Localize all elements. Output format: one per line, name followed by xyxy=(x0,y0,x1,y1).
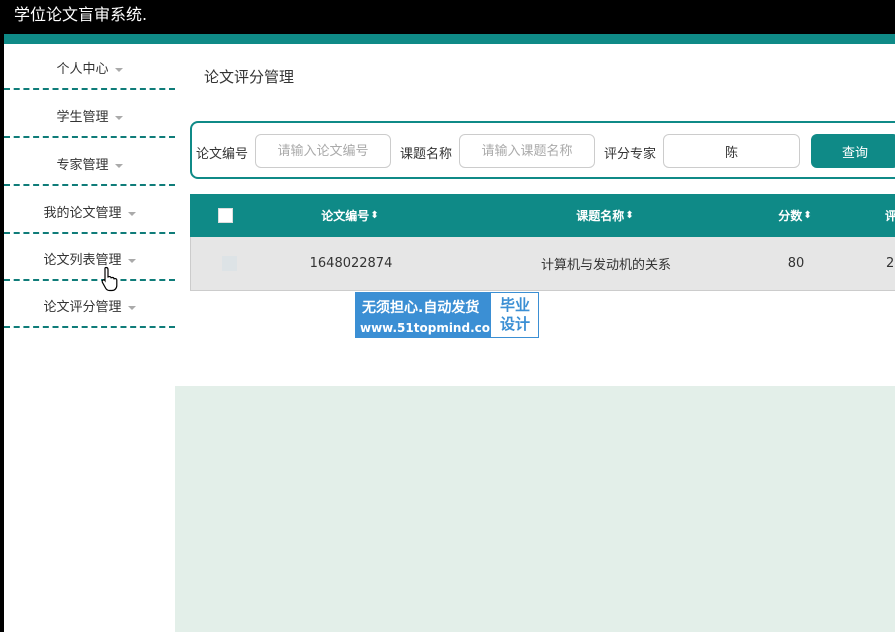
sidebar-item-label: 专家管理 xyxy=(56,158,109,173)
watermark-right2: 设计 xyxy=(499,315,530,333)
caret-down-icon xyxy=(114,67,123,72)
sidebar-item-student-management[interactable]: 学生管理 xyxy=(4,92,175,138)
cell-score: 80 xyxy=(787,256,805,271)
topic-label: 课题名称 xyxy=(400,147,453,162)
sidebar-item-label: 我的论文管理 xyxy=(43,206,122,221)
score-table: 论文编号 ⬍ 课题名称 ⬍ 分数 ⬍ 评 1648022874 计算机与发动机的关系 … xyxy=(190,194,895,291)
paper-no-input[interactable] xyxy=(255,134,391,168)
sidebar-item-paper-score-management[interactable]: 论文评分管理 xyxy=(4,282,175,328)
top-header-bar: 学位论文盲审系统. xyxy=(0,0,895,34)
cell-extra: 20 xyxy=(886,256,895,271)
hand-cursor-icon xyxy=(101,266,118,292)
sidebar: 个人中心 学生管理 专家管理 我的论文管理 论文列表管理 论文评分管理 xyxy=(4,44,175,632)
caret-down-icon xyxy=(114,115,123,120)
paper-no-label: 论文编号 xyxy=(196,147,249,162)
column-header-score[interactable]: 分数 ⬍ xyxy=(750,194,840,237)
sidebar-item-my-paper-management[interactable]: 我的论文管理 xyxy=(4,188,175,234)
sort-icon: ⬍ xyxy=(803,210,812,221)
caret-down-icon xyxy=(127,211,136,216)
watermark-line1: 无须担心.自动发货 xyxy=(362,300,480,316)
sidebar-item-label: 论文评分管理 xyxy=(43,300,122,315)
search-bar: 论文编号 课题名称 评分专家 查询 xyxy=(190,121,895,179)
sidebar-item-personal-center[interactable]: 个人中心 xyxy=(4,44,175,90)
query-button[interactable]: 查询 xyxy=(811,134,895,168)
table-row[interactable]: 1648022874 计算机与发动机的关系 80 20 xyxy=(190,237,895,291)
cell-topic: 计算机与发动机的关系 xyxy=(540,258,671,273)
watermark-right: 毕业 设计 xyxy=(491,293,539,337)
select-all-checkbox[interactable] xyxy=(218,208,233,223)
sidebar-item-label: 学生管理 xyxy=(56,110,109,125)
sort-icon: ⬍ xyxy=(625,210,634,221)
watermark-line2: www.51topmind.com xyxy=(360,321,503,335)
cell-paper-no: 1648022874 xyxy=(309,256,393,271)
page-title: 论文评分管理 xyxy=(204,68,295,86)
caret-down-icon xyxy=(114,163,123,168)
watermark-left: 无须担心.自动发货 www.51topmind.com xyxy=(356,293,503,337)
row-checkbox[interactable] xyxy=(221,256,237,271)
topic-input[interactable] xyxy=(459,134,595,168)
sidebar-item-expert-management[interactable]: 专家管理 xyxy=(4,140,175,186)
empty-content-area xyxy=(175,386,895,632)
watermark-badge: 无须担心.自动发货 www.51topmind.com 毕业 设计 xyxy=(355,292,539,338)
watermark-right1: 毕业 xyxy=(499,296,530,314)
expert-input[interactable] xyxy=(663,134,800,168)
sidebar-item-paper-list-management[interactable]: 论文列表管理 xyxy=(4,235,175,281)
header-accent-strip xyxy=(4,34,895,44)
column-header-paper-no[interactable]: 论文编号 ⬍ xyxy=(280,194,420,237)
caret-down-icon xyxy=(127,305,136,310)
expert-label: 评分专家 xyxy=(604,147,657,162)
table-header: 论文编号 ⬍ 课题名称 ⬍ 分数 ⬍ 评 xyxy=(190,194,895,237)
row-checkbox-cell xyxy=(219,237,239,290)
column-header-topic[interactable]: 课题名称 ⬍ xyxy=(490,194,720,237)
select-all-checkbox-cell xyxy=(218,194,233,237)
caret-down-icon xyxy=(127,258,136,263)
sort-icon: ⬍ xyxy=(370,210,379,221)
column-header-extra[interactable]: 评 xyxy=(885,194,895,237)
sidebar-item-label: 个人中心 xyxy=(56,62,109,77)
app-title: 学位论文盲审系统. xyxy=(14,5,148,24)
